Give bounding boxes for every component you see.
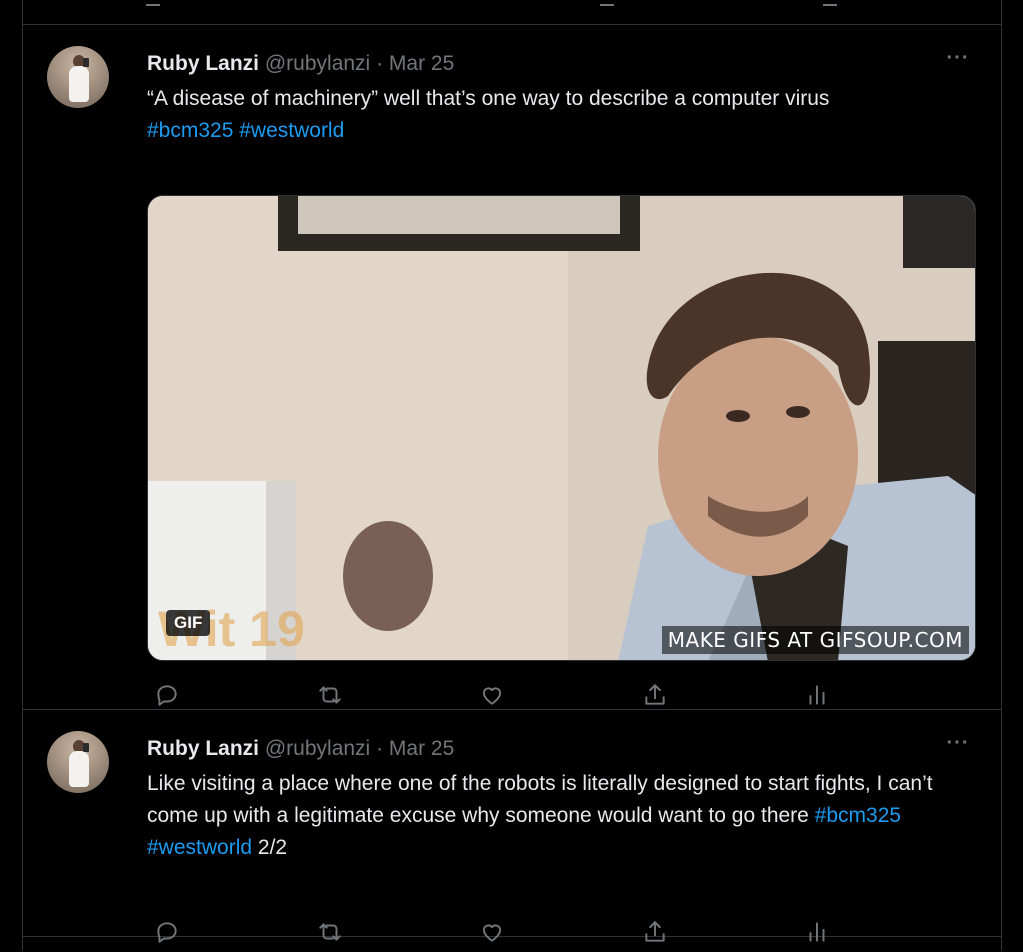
tweet-date[interactable]: Mar 25 [389,52,454,75]
previous-tweet-actions-edge [23,0,1001,25]
like-icon[interactable] [472,912,512,952]
analytics-icon[interactable] [823,0,837,6]
hashtag-link[interactable]: #westworld [239,119,344,142]
hashtag-link[interactable]: #bcm325 [815,804,901,827]
share-icon[interactable] [635,675,675,715]
retweet-icon[interactable] [310,912,350,952]
like-icon[interactable] [472,675,512,715]
more-options-button[interactable]: ··· [941,47,975,77]
author-handle[interactable]: @rubylanzi [265,737,370,760]
tweet-date[interactable]: Mar 25 [389,737,454,760]
separator-dot: · [376,52,384,75]
author-handle[interactable]: @rubylanzi [265,52,370,75]
reply-icon[interactable] [146,0,160,6]
tweet-header: Ruby Lanzi @rubylanzi · Mar 25 [147,736,977,762]
timeline: Ruby Lanzi @rubylanzi · Mar 25 ··· “A di… [22,0,1002,951]
separator-dot: · [376,737,384,760]
tweet[interactable]: Ruby Lanzi @rubylanzi · Mar 25 ··· Like … [23,710,1001,943]
analytics-icon[interactable] [797,675,837,715]
hashtag-link[interactable]: #bcm325 [147,119,233,142]
tweet-actions [147,912,837,952]
gif-badge: GIF [166,610,211,636]
tweet-text-content: “A disease of machinery” well that’s one… [147,87,830,110]
author-name[interactable]: Ruby Lanzi [147,52,259,75]
reply-icon[interactable] [147,675,187,715]
tweet-actions [147,675,837,715]
avatar[interactable] [47,731,109,793]
tweet-body: Ruby Lanzi @rubylanzi · Mar 25 ··· Like … [147,732,977,943]
tweet-text: “A disease of machinery” well that’s one… [147,83,977,147]
tweet-body: Ruby Lanzi @rubylanzi · Mar 25 ··· “A di… [147,47,977,706]
hashtag-link[interactable]: #westworld [147,836,252,859]
gif-watermark: MAKE GIFS AT GIFSOUP.COM [661,626,969,654]
share-icon[interactable] [635,912,675,952]
gif-media[interactable]: Wit 19 GIF MAKE GIFS AT GIFSOUP.COM [147,195,976,661]
tweet-text: Like visiting a place where one of the r… [147,768,977,864]
tweet-header: Ruby Lanzi @rubylanzi · Mar 25 [147,51,977,77]
more-options-button[interactable]: ··· [941,732,975,762]
like-icon[interactable] [600,0,614,6]
gif-frame-illustration: Wit 19 [148,196,975,660]
retweet-icon[interactable] [310,675,350,715]
analytics-icon[interactable] [797,912,837,952]
avatar[interactable] [47,46,109,108]
reply-icon[interactable] [147,912,187,952]
author-name[interactable]: Ruby Lanzi [147,737,259,760]
tweet[interactable]: Ruby Lanzi @rubylanzi · Mar 25 ··· “A di… [23,25,1001,710]
thread-counter: 2/2 [257,836,288,859]
